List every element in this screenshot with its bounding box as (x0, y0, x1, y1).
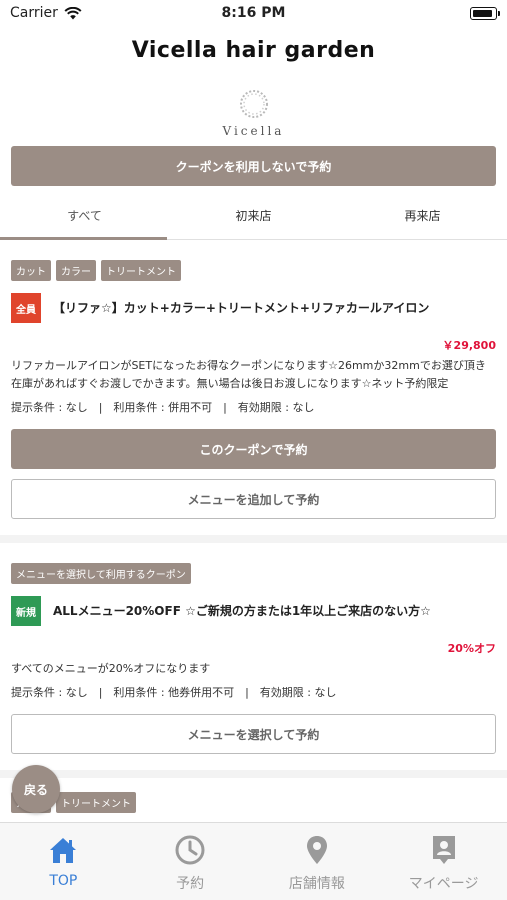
tabbar-item-mypage[interactable]: マイページ (380, 823, 507, 900)
tabbar-label: TOP (49, 873, 78, 889)
tab-repeat-visit[interactable]: 再来店 (338, 192, 507, 239)
tabbar-label: 予約 (176, 876, 205, 892)
book-with-coupon-button[interactable]: このクーポンで予約 (11, 429, 496, 470)
coupon-list[interactable]: Vicella クーポンを利用しないで予約 すべて 初来店 再来店 カット カラ… (0, 78, 507, 822)
tabbar-item-reservation[interactable]: 予約 (127, 823, 254, 900)
active-tab-indicator (0, 237, 167, 240)
wreath-logo-icon (239, 90, 268, 118)
status-time: 8:16 PM (221, 5, 286, 21)
navigation-bar: Vicella hair garden (0, 28, 507, 78)
coupon-description: すべてのメニューが20%オフになります (11, 662, 211, 676)
coupon-tags: カラー トリートメント (0, 786, 507, 814)
target-badge: 全員 (11, 293, 41, 323)
coupon-terms: 提示条件 : なし | 利用条件 : 併用不可 | 有効期限 : なし (11, 401, 315, 415)
home-icon (50, 838, 77, 863)
tabbar-item-top[interactable]: TOP (0, 823, 127, 900)
target-badge: 新規 (11, 596, 41, 627)
bottom-tab-bar: TOP 予約 店舗情報 マイページ (0, 822, 507, 900)
back-button[interactable]: 戻る (12, 765, 60, 813)
location-pin-icon (306, 836, 327, 864)
page-title: Vicella hair garden (131, 38, 376, 63)
contact-card-icon (432, 836, 455, 864)
salon-logo: Vicella (0, 78, 507, 146)
coupon-card: メニューを選択して利用するクーポン 新規 ALLメニュー20%OFF ☆ご新規の… (0, 543, 507, 779)
tabbar-label: 店舗情報 (288, 876, 345, 892)
visit-filter-tabs: すべて 初来店 再来店 (0, 192, 507, 240)
tab-all[interactable]: すべて (0, 192, 169, 239)
logo-text: Vicella (222, 124, 285, 138)
tag-chip: トリートメント (56, 792, 136, 814)
coupon-title: ALLメニュー20%OFF ☆ご新規の方または1年以上ご来店のない方☆ (53, 603, 431, 618)
coupon-discount: 20%オフ (447, 642, 496, 656)
add-menu-and-book-button[interactable]: メニューを追加して予約 (11, 479, 496, 520)
coupon-card: カット カラー トリートメント 全員 【リファ☆】カット+カラー+トリートメント… (0, 240, 507, 544)
coupon-card: カラー トリートメント (0, 778, 507, 822)
tag-chip: トリートメント (101, 260, 181, 281)
clock-icon (175, 835, 205, 865)
tabbar-label: マイページ (408, 876, 479, 892)
coupon-tags: メニューを選択して利用するクーポン (0, 557, 507, 585)
status-bar: Carrier 8:16 PM (0, 0, 507, 28)
tab-first-visit[interactable]: 初来店 (169, 192, 338, 239)
tag-chip: カラー (56, 260, 96, 281)
book-without-coupon-button[interactable]: クーポンを利用しないで予約 (11, 146, 496, 186)
battery-icon (470, 7, 500, 20)
coupon-title-row: 全員 【リファ☆】カット+カラー+トリートメント+リファカールアイロン (0, 281, 507, 323)
coupon-description: リファカールアイロンがSETになったお得なクーポンになります☆26mmか32mm… (11, 359, 486, 391)
coupon-price: ￥29,800 (442, 339, 496, 352)
select-menu-and-book-button[interactable]: メニューを選択して予約 (11, 714, 496, 755)
tabbar-item-store-info[interactable]: 店舗情報 (254, 823, 381, 900)
tag-chip: メニューを選択して利用するクーポン (11, 563, 191, 585)
coupon-title-row: 新規 ALLメニュー20%OFF ☆ご新規の方または1年以上ご来店のない方☆ (0, 584, 507, 627)
coupon-tags: カット カラー トリートメント (0, 254, 507, 281)
coupon-terms: 提示条件 : なし | 利用条件 : 他券併用不可 | 有効期限 : なし (11, 686, 337, 700)
coupon-title: 【リファ☆】カット+カラー+トリートメント+リファカールアイロン (53, 300, 430, 315)
tag-chip: カット (11, 260, 51, 281)
